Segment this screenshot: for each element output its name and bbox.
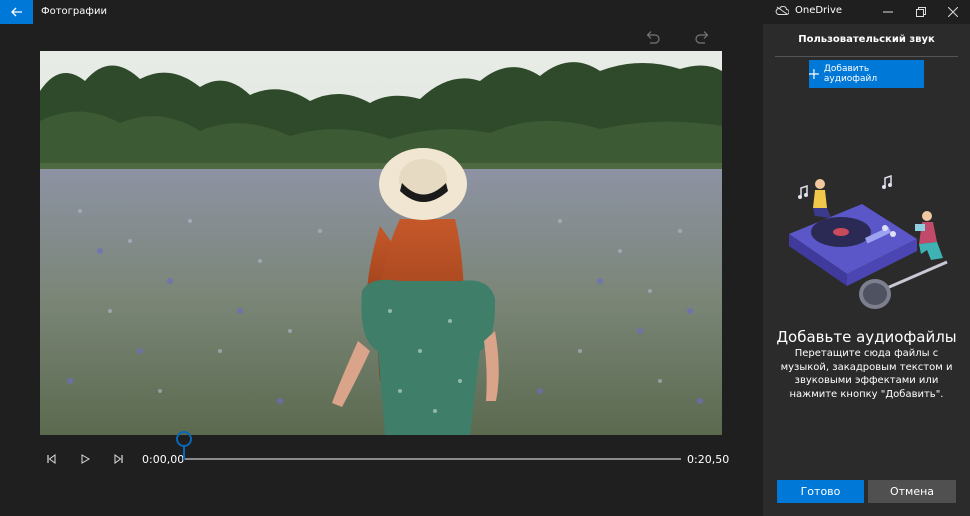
step-back-icon <box>47 454 56 464</box>
step-forward-icon <box>114 454 123 464</box>
empty-state-heading: Добавьте аудиофайлы <box>776 328 957 346</box>
empty-state-description: Перетащите сюда файлы с музыкой, закадро… <box>780 348 953 400</box>
onedrive-account[interactable]: OneDrive <box>775 5 842 16</box>
redo-button[interactable] <box>695 29 715 45</box>
close-icon <box>948 7 958 17</box>
back-arrow-icon <box>10 7 22 17</box>
divider <box>775 56 958 57</box>
title-bar: Фотографии OneDrive <box>0 0 970 24</box>
app-title: Фотографии <box>41 6 107 17</box>
plus-icon <box>809 69 819 79</box>
cloud-icon <box>775 6 789 15</box>
previous-frame-button[interactable] <box>43 451 59 467</box>
restore-icon <box>916 7 926 17</box>
video-preview[interactable] <box>40 51 722 435</box>
undo-icon <box>646 31 660 44</box>
timeline-track[interactable] <box>184 458 681 460</box>
total-time: 0:20,50 <box>687 453 730 466</box>
done-button[interactable]: Готово <box>777 480 864 503</box>
preview-image <box>40 51 722 435</box>
cancel-button[interactable]: Отмена <box>868 480 956 503</box>
panel-title: Пользовательский звук <box>798 34 935 45</box>
add-audio-file-label: Добавить аудиофайл <box>823 64 878 84</box>
undo-button[interactable] <box>646 29 666 45</box>
play-button[interactable] <box>77 451 93 467</box>
playhead-stem <box>183 445 185 460</box>
playhead-handle[interactable] <box>176 431 192 447</box>
onedrive-label: OneDrive <box>795 5 843 16</box>
minimize-button[interactable] <box>871 0 905 24</box>
play-icon <box>81 454 90 464</box>
minimize-icon <box>883 11 893 13</box>
current-time: 0:00,00 <box>142 453 185 466</box>
close-button[interactable] <box>936 0 970 24</box>
music-illustration <box>789 174 948 309</box>
restore-button[interactable] <box>904 0 938 24</box>
custom-audio-panel: Пользовательский звук Добавить аудиофайл… <box>763 24 970 516</box>
next-frame-button[interactable] <box>111 451 127 467</box>
add-audio-file-button[interactable]: Добавить аудиофайл <box>809 60 924 88</box>
back-button[interactable] <box>0 0 33 24</box>
redo-icon <box>695 31 709 44</box>
